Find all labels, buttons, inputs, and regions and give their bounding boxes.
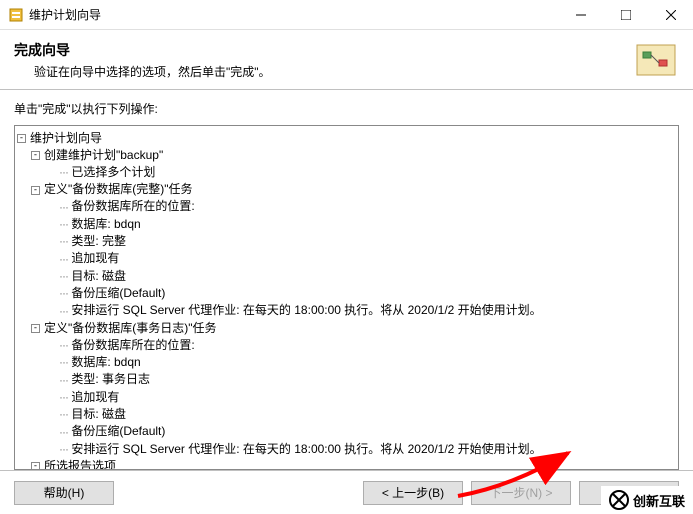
window-title: 维护计划向导: [29, 6, 101, 23]
tree-item[interactable]: ··· 安排运行 SQL Server 代理作业: 在每天的 18:00:00 …: [17, 441, 676, 458]
tree-item-plan-selected[interactable]: ··· 已选择多个计划: [17, 164, 676, 181]
tree-root[interactable]: -维护计划向导: [17, 130, 676, 147]
help-button[interactable]: 帮助(H): [14, 481, 114, 505]
tree-item[interactable]: ··· 类型: 完整: [17, 233, 676, 250]
close-button[interactable]: [648, 0, 693, 30]
tree-item[interactable]: ··· 备份数据库所在的位置:: [17, 198, 676, 215]
collapse-icon[interactable]: -: [31, 462, 40, 470]
tree-item[interactable]: ··· 安排运行 SQL Server 代理作业: 在每天的 18:00:00 …: [17, 302, 676, 319]
tree-item-task1[interactable]: -定义"备份数据库(完整)"任务: [17, 181, 676, 198]
collapse-icon[interactable]: -: [31, 151, 40, 160]
tree-item[interactable]: ··· 追加现有: [17, 389, 676, 406]
tree-item[interactable]: ··· 备份压缩(Default): [17, 423, 676, 440]
title-bar: 维护计划向导: [0, 0, 693, 30]
window-controls: [558, 0, 693, 30]
watermark: 创新互联: [601, 486, 693, 514]
tree-item-task2[interactable]: -定义"备份数据库(事务日志)"任务: [17, 320, 676, 337]
header-text: 完成向导 验证在向导中选择的选项，然后单击"完成"。: [14, 40, 271, 80]
tree-item[interactable]: ··· 数据库: bdqn: [17, 216, 676, 233]
button-bar: 帮助(H) < 上一步(B) 下一步(N) > 完成(E): [0, 470, 693, 514]
instruction-label: 单击"完成"以执行下列操作:: [14, 100, 679, 117]
next-button: 下一步(N) >: [471, 481, 571, 505]
tree-item[interactable]: ··· 备份压缩(Default): [17, 285, 676, 302]
collapse-icon[interactable]: -: [17, 134, 26, 143]
tree-item[interactable]: ··· 数据库: bdqn: [17, 354, 676, 371]
header-subtitle: 验证在向导中选择的选项，然后单击"完成"。: [34, 63, 271, 80]
tree-item[interactable]: ··· 目标: 磁盘: [17, 268, 676, 285]
minimize-button[interactable]: [558, 0, 603, 30]
collapse-icon[interactable]: -: [31, 186, 40, 195]
back-button[interactable]: < 上一步(B): [363, 481, 463, 505]
watermark-icon: [609, 490, 629, 510]
tree-item-create-plan[interactable]: -创建维护计划"backup": [17, 147, 676, 164]
tree-item[interactable]: ··· 追加现有: [17, 250, 676, 267]
maximize-button[interactable]: [603, 0, 648, 30]
tree-item[interactable]: ··· 目标: 磁盘: [17, 406, 676, 423]
summary-tree[interactable]: -维护计划向导 -创建维护计划"backup" ··· 已选择多个计划 -定义"…: [14, 125, 679, 470]
tree-item-report[interactable]: -所选报告选项: [17, 458, 676, 470]
content-area: 单击"完成"以执行下列操作: -维护计划向导 -创建维护计划"backup" ·…: [0, 90, 693, 470]
tree-item[interactable]: ··· 类型: 事务日志: [17, 371, 676, 388]
app-icon: [8, 7, 24, 23]
wizard-header: 完成向导 验证在向导中选择的选项，然后单击"完成"。: [0, 30, 693, 90]
watermark-text: 创新互联: [633, 491, 685, 510]
header-title: 完成向导: [14, 40, 271, 60]
tree-item[interactable]: ··· 备份数据库所在的位置:: [17, 337, 676, 354]
collapse-icon[interactable]: -: [31, 324, 40, 333]
wizard-icon: [631, 40, 679, 80]
title-left: 维护计划向导: [8, 6, 101, 23]
